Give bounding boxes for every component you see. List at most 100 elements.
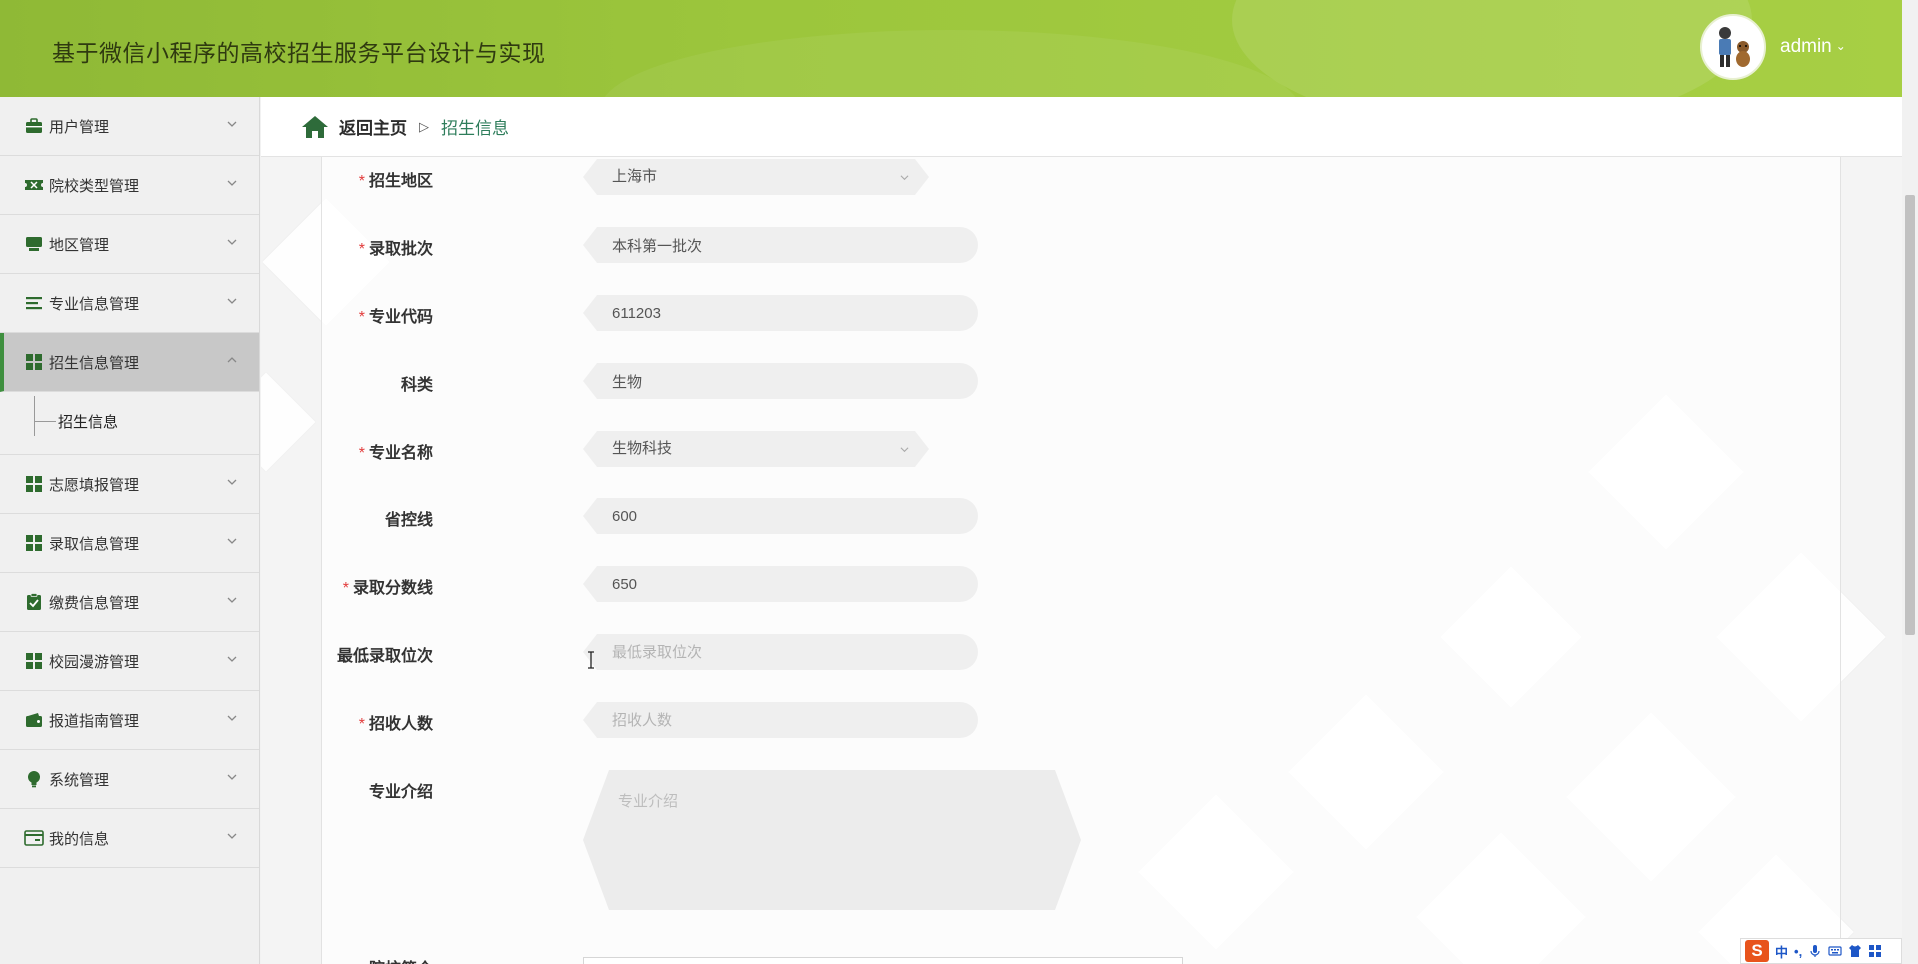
sidebar-item-label: 地区管理 — [49, 236, 110, 254]
main-content: *招生地区 上海市 *录取批次 *专业代码 科类 *专业名称 生物科技 — [261, 157, 1902, 964]
min-rank-input[interactable] — [583, 634, 978, 670]
chevron-down-icon — [227, 774, 237, 780]
clipboard-check-icon — [24, 592, 44, 612]
subject-input[interactable] — [583, 363, 978, 399]
sogou-logo-icon: S — [1745, 940, 1769, 962]
sidebar-item-campus-tour[interactable]: 校园漫游管理 — [0, 632, 259, 691]
grid-icon — [24, 533, 44, 553]
sidebar-item-region[interactable]: 地区管理 — [0, 215, 259, 274]
ticket-icon — [24, 175, 44, 195]
breadcrumb: 返回主页 ▷ 招生信息 — [261, 97, 1902, 157]
sidebar-item-system[interactable]: 系统管理 — [0, 750, 259, 809]
sidebar-item-label: 系统管理 — [49, 771, 110, 789]
form-card: *招生地区 上海市 *录取批次 *专业代码 科类 *专业名称 生物科技 — [321, 157, 1841, 964]
chevron-down-icon: ⌄ — [1835, 39, 1846, 53]
briefcase-icon — [24, 116, 44, 136]
sidebar-item-admission[interactable]: 录取信息管理 — [0, 514, 259, 573]
breadcrumb-current: 招生信息 — [441, 119, 509, 138]
background-decoration — [261, 372, 316, 472]
sidebar-item-label: 专业信息管理 — [49, 295, 140, 313]
ime-toolbar[interactable]: S 中 •, — [1740, 938, 1902, 964]
field-label: * 招生地区 — [358, 173, 433, 190]
region-select[interactable]: 上海市 — [583, 159, 929, 195]
sidebar-item-label: 缴费信息管理 — [49, 594, 140, 612]
monitor-icon — [24, 234, 44, 254]
field-label: 院校简介 — [369, 955, 433, 964]
ime-punctuation[interactable]: •, — [1794, 944, 1802, 959]
form-row-min-rank: 最低录取位次 — [322, 634, 1322, 670]
wallet-icon — [24, 710, 44, 730]
site-title: 基于微信小程序的高校招生服务平台设计与实现 — [52, 40, 546, 66]
breadcrumb-home-link[interactable]: 返回主页 — [339, 114, 407, 139]
sidebar-item-label: 用户管理 — [49, 118, 110, 136]
required-asterisk: * — [358, 309, 365, 326]
sidebar-item-enrollment-info[interactable]: 招生信息管理 — [0, 333, 259, 392]
shirt-icon[interactable] — [1848, 944, 1862, 958]
major-code-input[interactable] — [583, 295, 978, 331]
field-label: * 录取批次 — [358, 241, 433, 258]
form-row-major-code: * 专业代码 — [322, 295, 1322, 331]
chevron-down-icon — [900, 447, 909, 453]
id-card-icon — [24, 828, 44, 848]
major-name-select[interactable]: 生物科技 — [583, 431, 929, 467]
tree-line — [34, 396, 35, 436]
form-row-major-name: * 专业名称 生物科技 — [322, 431, 1322, 467]
sidebar-subitem-enrollment[interactable]: 招生信息 — [58, 411, 118, 432]
chevron-down-icon — [227, 715, 237, 721]
user-menu[interactable]: admin ⌄ — [1780, 36, 1846, 58]
chevron-down-icon — [900, 175, 909, 181]
form-row-region: * 招生地区 上海市 — [322, 159, 1322, 195]
grid-icon — [24, 651, 44, 671]
scrollbar-thumb[interactable] — [1905, 195, 1915, 635]
sidebar: 用户管理 院校类型管理 地区管理 专业信息管理 招生信息管理 招生信息 志愿填报… — [0, 97, 260, 964]
field-label: * 专业代码 — [358, 309, 433, 326]
sidebar-item-school-type[interactable]: 院校类型管理 — [0, 156, 259, 215]
field-label: 最低录取位次 — [336, 648, 433, 665]
sidebar-item-label: 我的信息 — [49, 830, 110, 848]
field-label: * 录取分数线 — [342, 580, 433, 597]
sidebar-item-my-info[interactable]: 我的信息 — [0, 809, 259, 868]
microphone-icon[interactable] — [1808, 944, 1822, 958]
tree-line — [34, 421, 56, 422]
username: admin — [1780, 36, 1832, 57]
lightbulb-icon — [24, 769, 44, 789]
sidebar-item-report-guide[interactable]: 报道指南管理 — [0, 691, 259, 750]
sidebar-item-label: 志愿填报管理 — [49, 476, 140, 494]
grid-icon — [24, 352, 44, 372]
field-label: 专业介绍 — [368, 784, 433, 801]
sidebar-submenu: 招生信息 — [0, 392, 259, 455]
user-avatar[interactable] — [1700, 14, 1766, 80]
chevron-down-icon — [227, 239, 237, 245]
home-icon[interactable] — [301, 114, 329, 140]
avatar-illustration-icon — [1719, 27, 1750, 67]
sidebar-item-label: 院校类型管理 — [49, 177, 140, 195]
major-intro-textarea[interactable] — [583, 770, 1081, 910]
region-select-value: 上海市 — [583, 159, 929, 195]
form-row-province-line: 省控线 — [322, 498, 1322, 534]
required-asterisk: * — [358, 173, 365, 190]
top-header: 基于微信小程序的高校招生服务平台设计与实现 admin ⌄ — [0, 0, 1902, 97]
grid-menu-icon[interactable] — [1868, 944, 1882, 958]
required-asterisk: * — [358, 716, 365, 733]
province-line-input[interactable] — [583, 498, 978, 534]
page-scrollbar[interactable] — [1902, 0, 1918, 964]
school-intro-editor[interactable] — [583, 957, 1183, 964]
sidebar-item-major-info[interactable]: 专业信息管理 — [0, 274, 259, 333]
sidebar-item-label: 录取信息管理 — [49, 535, 140, 553]
sidebar-item-payment[interactable]: 缴费信息管理 — [0, 573, 259, 632]
form-row-enroll-count: * 招收人数 — [322, 702, 1322, 738]
batch-input[interactable] — [583, 227, 978, 263]
required-asterisk: * — [358, 445, 365, 462]
sidebar-item-application[interactable]: 志愿填报管理 — [0, 455, 259, 514]
sidebar-item-label: 招生信息管理 — [49, 354, 140, 372]
keyboard-icon[interactable] — [1828, 944, 1842, 958]
chevron-up-icon — [227, 357, 237, 363]
form-row-major-intro: 专业介绍 — [322, 770, 1322, 910]
ime-language[interactable]: 中 — [1775, 942, 1788, 961]
admission-score-input[interactable] — [583, 566, 978, 602]
chevron-down-icon — [227, 538, 237, 544]
sidebar-item-user-management[interactable]: 用户管理 — [0, 97, 259, 156]
field-label: * 招收人数 — [358, 716, 433, 733]
enroll-count-input[interactable] — [583, 702, 978, 738]
grid-icon — [24, 474, 44, 494]
